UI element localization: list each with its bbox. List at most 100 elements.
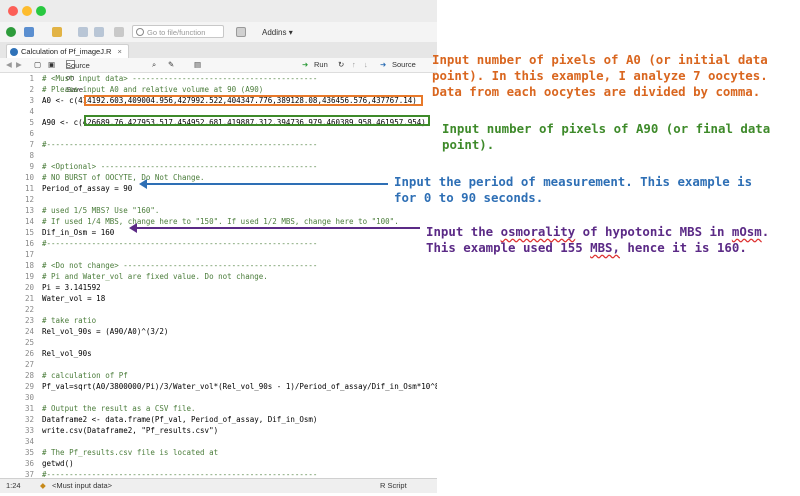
- wand-icon[interactable]: ✎: [168, 59, 174, 71]
- code-editor[interactable]: 1 # <Must input data> -------------------…: [0, 73, 437, 479]
- code-line: 18 # <Do not change> --------------------…: [0, 260, 437, 271]
- code-line: 22: [0, 304, 437, 315]
- code-text: # take ratio: [42, 316, 97, 325]
- title-bar: [0, 0, 437, 22]
- code-line: 31 # Output the result as a CSV file.: [0, 403, 437, 414]
- line-number: 17: [24, 250, 34, 259]
- filetype-selector[interactable]: R Script: [380, 481, 407, 490]
- osm-text: This example used 155: [426, 240, 591, 255]
- code-line: 33 write.csv(Dataframe2, "Pf_results.csv"…: [0, 425, 437, 436]
- code-line: 32 Dataframe2 <- data.frame(Pf_val, Perio…: [0, 414, 437, 425]
- show-in-window-icon[interactable]: ▢: [34, 59, 41, 71]
- close-tab-icon[interactable]: ×: [117, 47, 121, 56]
- line-number: 1: [29, 74, 34, 83]
- compile-icon[interactable]: ▤: [194, 59, 201, 71]
- osm-text: Input the: [426, 224, 501, 239]
- annotation-osmolarity: Input the osmorality of hypotonic MBS in…: [426, 224, 769, 256]
- code-line: 20 Pi = 3.141592: [0, 282, 437, 293]
- code-text: Pi = 3.141592: [42, 283, 101, 292]
- save-file-icon[interactable]: ▣: [48, 59, 55, 71]
- a90-highlight-box: [84, 115, 430, 126]
- run-icon[interactable]: ➜: [302, 59, 308, 71]
- code-text: Period_of_assay = 90: [42, 184, 133, 193]
- save-icon[interactable]: [78, 26, 88, 38]
- rerun-icon[interactable]: ↻: [338, 59, 344, 71]
- new-file-icon[interactable]: [6, 26, 16, 38]
- find-icon[interactable]: ⌕: [152, 59, 156, 71]
- addins-label: Addins: [262, 27, 287, 37]
- code-text: # Output the result as a CSV file.: [42, 404, 196, 413]
- forward-icon[interactable]: ▶: [16, 59, 22, 71]
- osmolarity-arrow: [129, 223, 420, 233]
- run-button[interactable]: Run: [314, 59, 328, 71]
- down-icon[interactable]: ↓: [364, 59, 368, 71]
- code-text: # The Pf_results.csv file is located at: [42, 448, 219, 457]
- rstudio-window: Go to file/function Addins ▾ Calculation…: [0, 0, 437, 496]
- line-number: 7: [29, 140, 34, 149]
- line-number: 30: [24, 393, 34, 402]
- editor-tab-strip: Calculation of Pf_imageJ.R ×: [0, 42, 437, 59]
- code-text: Pf_val=sqrt(A0/3800000/Pi)/3/Water_vol*(…: [42, 382, 437, 391]
- code-line: 8: [0, 150, 437, 161]
- osm-text-underlined: MBS,: [590, 240, 620, 255]
- line-number: 19: [24, 272, 34, 281]
- open-file-icon[interactable]: [52, 26, 62, 38]
- line-number: 5: [29, 118, 34, 127]
- minimize-window-button[interactable]: [22, 6, 32, 16]
- code-text: # <Do not change> ----------------------…: [42, 261, 318, 270]
- line-number: 16: [24, 239, 34, 248]
- print-icon[interactable]: [114, 26, 124, 38]
- code-line: 36 getwd(): [0, 458, 437, 469]
- goto-file-input[interactable]: Go to file/function: [132, 25, 224, 38]
- line-number: 32: [24, 415, 34, 424]
- code-line: 19 # Pi and Water_vol are fixed value. Do…: [0, 271, 437, 282]
- save-all-icon[interactable]: [94, 26, 104, 38]
- close-window-button[interactable]: [8, 6, 18, 16]
- code-line: 12: [0, 194, 437, 205]
- code-text: # used 1/5 MBS? Use "160".: [42, 206, 160, 215]
- zoom-window-button[interactable]: [36, 6, 46, 16]
- line-number: 10: [24, 173, 34, 182]
- code-line: 30: [0, 392, 437, 403]
- grid-icon[interactable]: [236, 26, 246, 38]
- line-number: 27: [24, 360, 34, 369]
- code-text: # <Optional> ---------------------------…: [42, 162, 318, 171]
- line-number: 31: [24, 404, 34, 413]
- line-number: 26: [24, 349, 34, 358]
- code-line: 10 # NO BURST of OOCYTE, Do Not Change.: [0, 172, 437, 183]
- code-line: 14 # If used 1/4 MBS, change here to "150…: [0, 216, 437, 227]
- source-button[interactable]: Source: [392, 59, 416, 71]
- cursor-position: 1:24: [6, 481, 21, 490]
- period-arrow: [139, 179, 388, 189]
- tab-calculation-of-pf[interactable]: Calculation of Pf_imageJ.R ×: [6, 44, 129, 59]
- code-line: 26 Rel_vol_90s: [0, 348, 437, 359]
- code-line: 16 #-------------------------------------…: [0, 238, 437, 249]
- line-number: 9: [29, 162, 34, 171]
- section-jump[interactable]: <Must input data>: [52, 481, 112, 490]
- code-text: # calculation of Pf: [42, 371, 128, 380]
- back-icon[interactable]: ◀: [6, 59, 12, 71]
- line-number: 25: [24, 338, 34, 347]
- line-number: 24: [24, 327, 34, 336]
- line-number: 14: [24, 217, 34, 226]
- code-line: 6: [0, 128, 437, 139]
- line-number: 22: [24, 305, 34, 314]
- code-line: 1 # <Must input data> -------------------…: [0, 73, 437, 84]
- line-number: 23: [24, 316, 34, 325]
- annotation-a0: Input number of pixels of A0 (or initial…: [432, 52, 768, 99]
- code-line: 17: [0, 249, 437, 260]
- line-number: 36: [24, 459, 34, 468]
- line-number: 21: [24, 294, 34, 303]
- code-text: write.csv(Dataframe2, "Pf_results.csv"): [42, 426, 219, 435]
- code-line: 29 Pf_val=sqrt(A0/3800000/Pi)/3/Water_vol…: [0, 381, 437, 392]
- source-icon[interactable]: ➜: [380, 59, 386, 71]
- annotation-a90: Input number of pixels of A90 (or final …: [442, 121, 771, 152]
- line-number: 4: [29, 107, 34, 116]
- addins-menu[interactable]: Addins ▾: [262, 26, 293, 38]
- arrow-head-icon: [129, 223, 137, 233]
- code-text: #---------------------------------------…: [42, 239, 318, 248]
- line-number: 34: [24, 437, 34, 446]
- line-number: 15: [24, 228, 34, 237]
- new-project-icon[interactable]: [24, 26, 34, 38]
- up-icon[interactable]: ↑: [352, 59, 356, 71]
